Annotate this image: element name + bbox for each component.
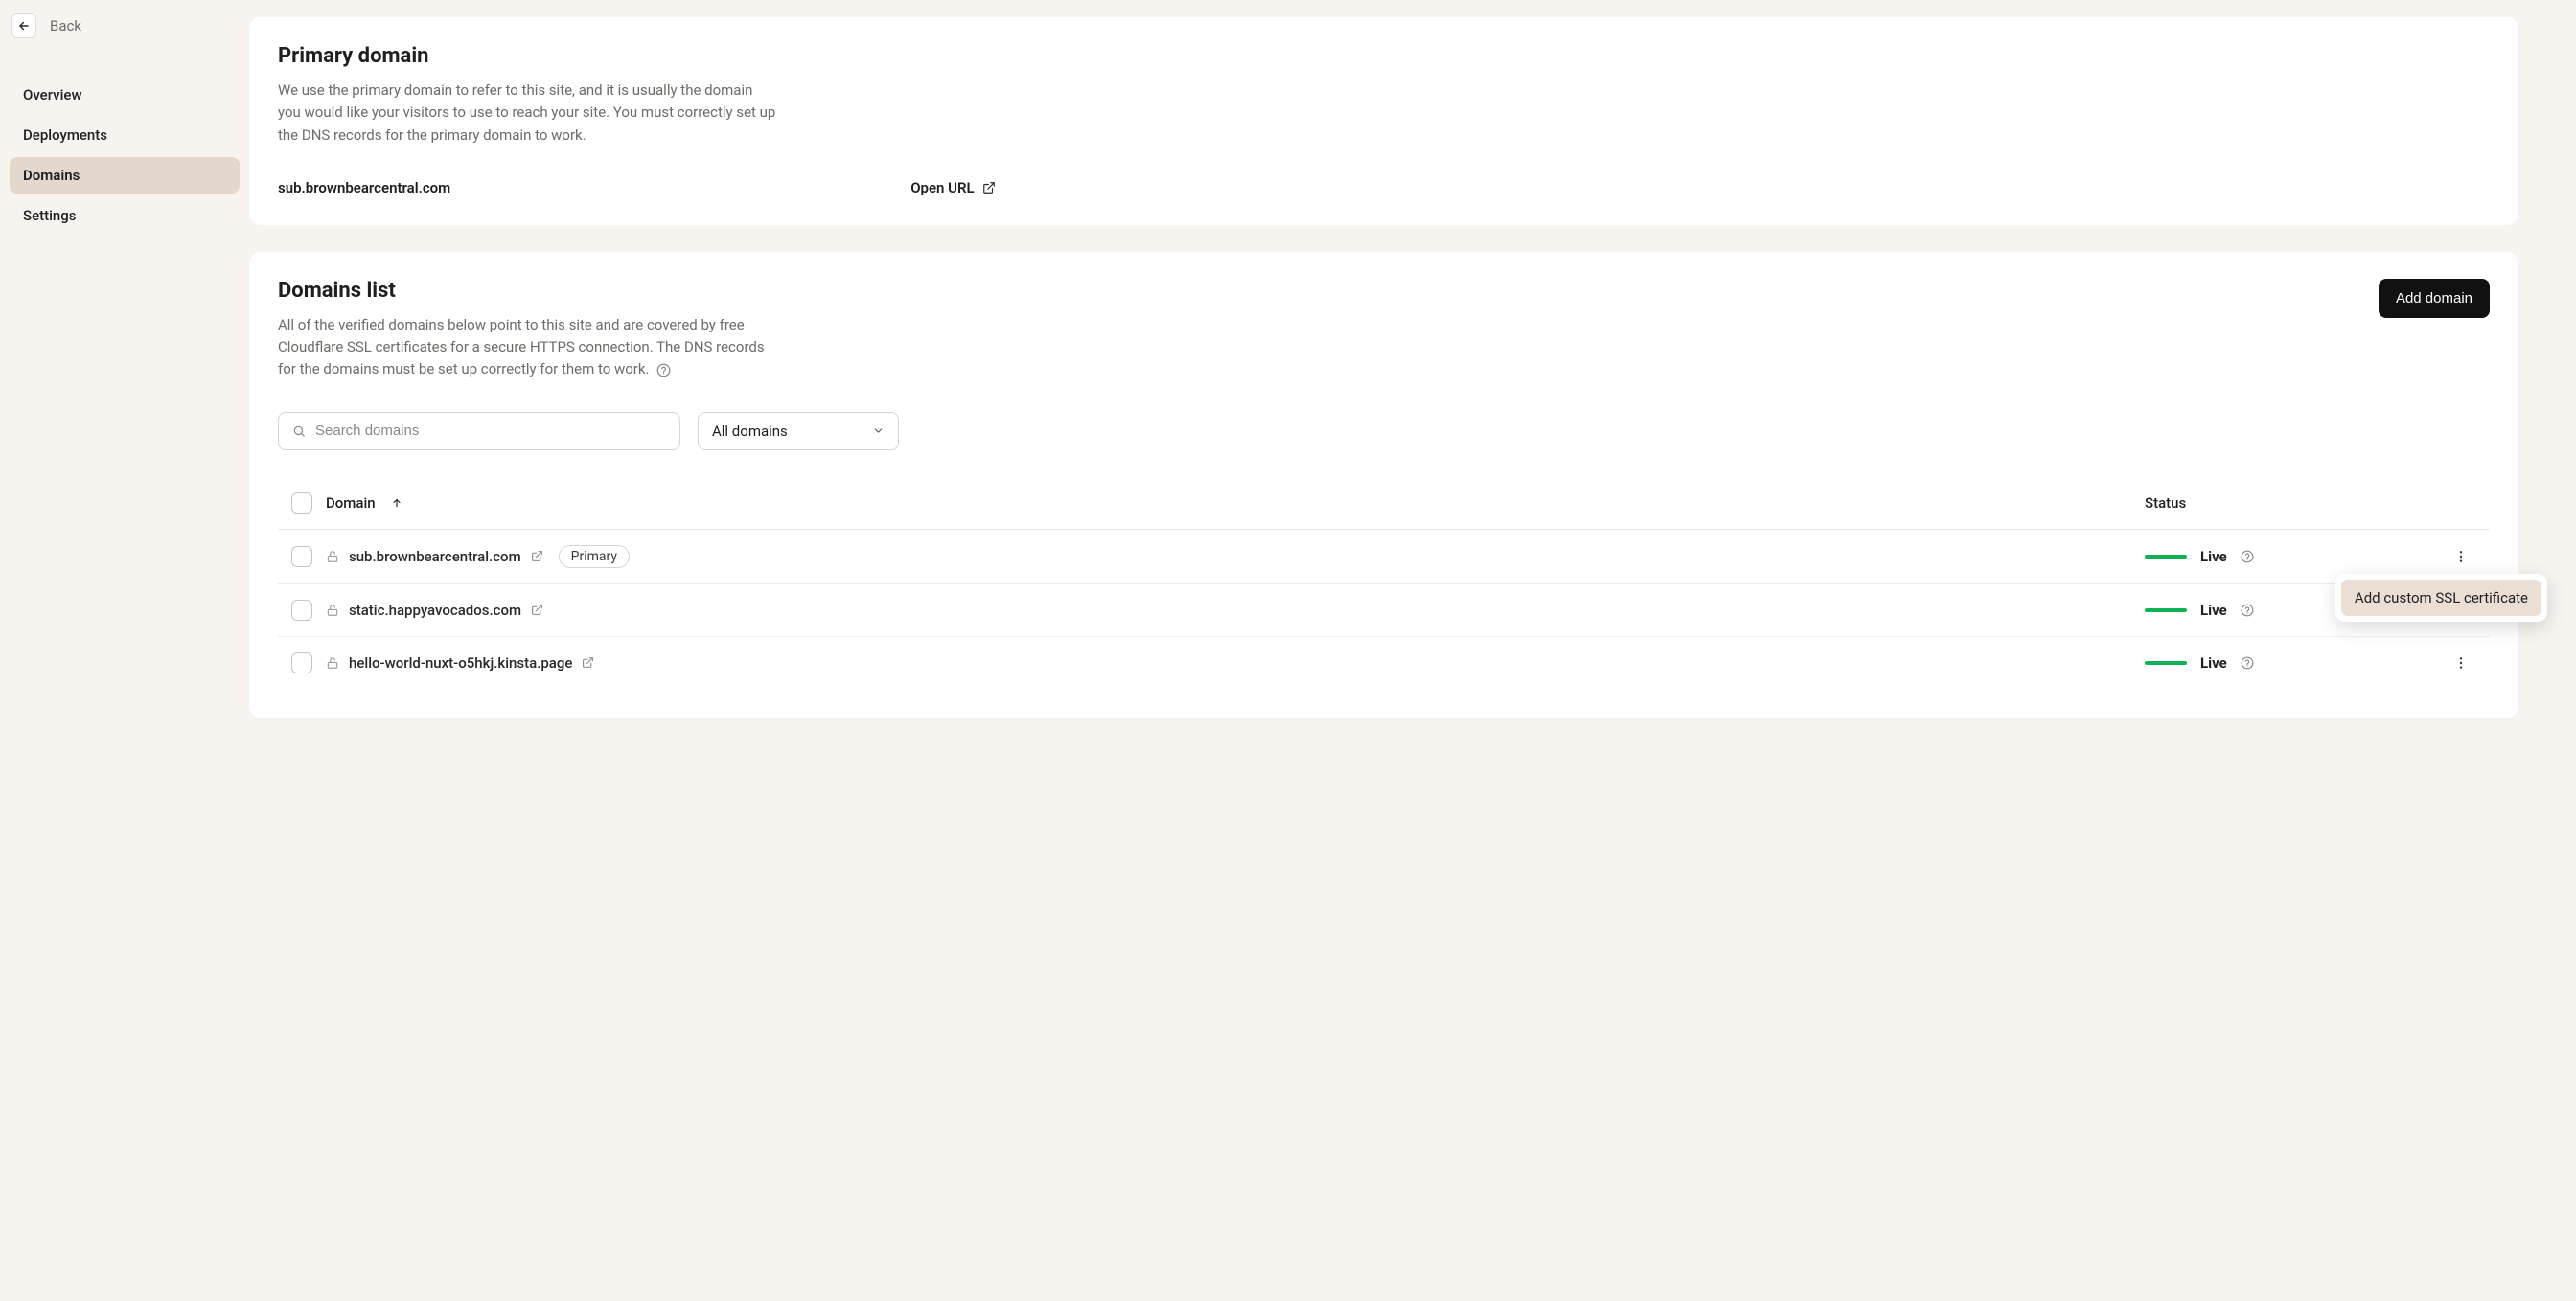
row-checkbox[interactable] [291, 600, 312, 621]
external-link-icon[interactable] [531, 604, 543, 616]
sort-asc-icon [391, 497, 402, 509]
row-checkbox[interactable] [291, 546, 312, 567]
primary-domain-card: Primary domain We use the primary domain… [249, 17, 2518, 225]
sidebar-item-overview[interactable]: Overview [10, 77, 240, 113]
domains-list-card: Domains list All of the verified domains… [249, 252, 2518, 718]
back-label: Back [50, 17, 81, 34]
domain-name-cell[interactable]: sub.brownbearcentral.com [349, 548, 521, 565]
back-button[interactable] [12, 13, 36, 38]
help-icon[interactable] [2241, 656, 2254, 670]
open-url-label: Open URL [910, 179, 974, 196]
unlock-icon [326, 656, 339, 670]
menu-item-add-ssl[interactable]: Add custom SSL certificate [2341, 580, 2542, 616]
external-link-icon [982, 181, 996, 194]
help-icon[interactable] [2241, 604, 2254, 617]
row-actions-button[interactable] [2453, 655, 2469, 671]
open-url-link[interactable]: Open URL [910, 179, 995, 196]
add-domain-button[interactable]: Add domain [2379, 279, 2490, 318]
domains-list-title: Domains list [278, 279, 776, 303]
domains-filter-dropdown[interactable]: All domains [698, 412, 899, 450]
row-checkbox[interactable] [291, 652, 312, 673]
help-icon[interactable] [2241, 550, 2254, 563]
sidebar-item-domains[interactable]: Domains [10, 157, 240, 194]
arrow-left-icon [17, 19, 31, 33]
table-row: sub.brownbearcentral.com Primary Live [278, 530, 2490, 584]
status-indicator [2145, 608, 2187, 612]
help-icon[interactable] [656, 363, 671, 377]
external-link-icon[interactable] [531, 550, 543, 562]
unlock-icon [326, 550, 339, 563]
domains-filter-value: All domains [712, 422, 788, 440]
domain-name-cell[interactable]: static.happyavocados.com [349, 602, 521, 619]
domains-list-description: All of the verified domains below point … [278, 314, 776, 381]
sidebar-item-settings[interactable]: Settings [10, 197, 240, 234]
primary-domain-name: sub.brownbearcentral.com [278, 179, 450, 196]
external-link-icon[interactable] [582, 656, 594, 669]
unlock-icon [326, 604, 339, 617]
status-label: Live [2200, 654, 2227, 672]
sidebar-item-deployments[interactable]: Deployments [10, 117, 240, 153]
row-actions-button[interactable] [2453, 549, 2469, 564]
domain-name-cell[interactable]: hello-world-nuxt-o5hkj.kinsta.page [349, 654, 572, 672]
search-icon [292, 424, 306, 438]
column-header-domain[interactable]: Domain [326, 494, 2145, 512]
domains-table: Domain Status sub.brownb [278, 477, 2490, 689]
primary-domain-description: We use the primary domain to refer to th… [278, 80, 776, 147]
column-header-status: Status [2145, 494, 2432, 512]
chevron-down-icon [872, 424, 885, 437]
primary-badge: Primary [559, 545, 630, 568]
search-domains-input-wrapper[interactable] [278, 412, 680, 450]
status-indicator [2145, 555, 2187, 559]
select-all-checkbox[interactable] [291, 492, 312, 514]
status-label: Live [2200, 602, 2227, 619]
search-domains-input[interactable] [315, 422, 666, 439]
status-indicator [2145, 661, 2187, 665]
primary-domain-title: Primary domain [278, 44, 2490, 68]
status-label: Live [2200, 548, 2227, 565]
table-row: static.happyavocados.com Live [278, 584, 2490, 637]
row-actions-menu: Add custom SSL certificate [2335, 574, 2547, 622]
table-row: hello-world-nuxt-o5hkj.kinsta.page Live [278, 637, 2490, 689]
